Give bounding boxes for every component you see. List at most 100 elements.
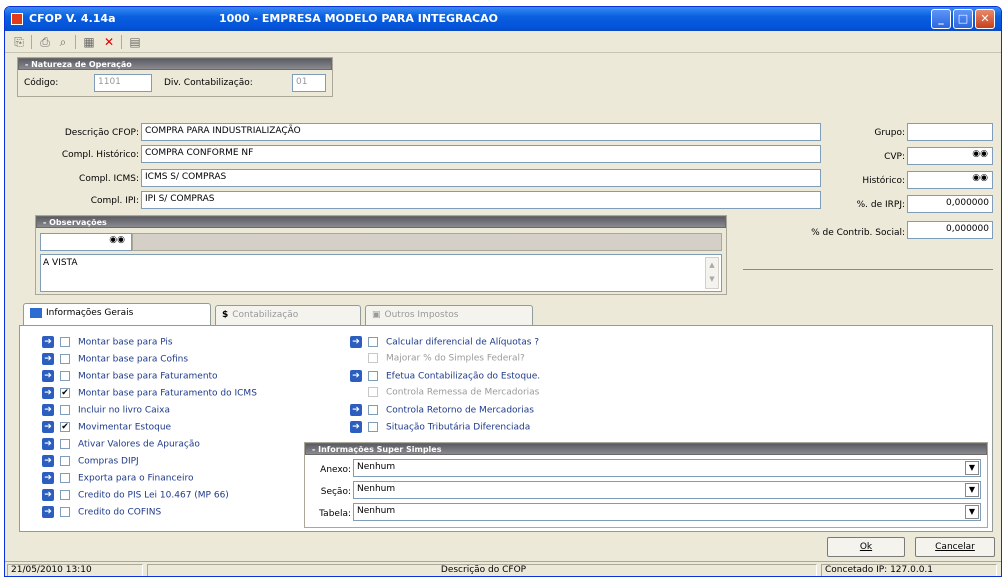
title-bar[interactable]: CFOP V. 4.14a 1000 - EMPRESA MODELO PARA… — [5, 7, 1001, 31]
binoculars-icon[interactable]: ◉◉ — [972, 149, 988, 159]
anexo-select[interactable]: Nenhum ▼ — [353, 459, 981, 477]
close-button[interactable]: ✕ — [975, 9, 995, 29]
option-checkbox[interactable] — [60, 456, 70, 466]
option-row[interactable]: ➔ Situação Tributária Diferenciada — [350, 421, 530, 437]
arrow-right-icon[interactable]: ➔ — [42, 387, 54, 399]
option-checkbox[interactable] — [60, 405, 70, 415]
option-row[interactable]: ➔ Ativar Valores de Apuração — [42, 438, 200, 454]
irpj-label: %. de IRPJ: — [856, 200, 905, 210]
option-row[interactable]: ➔ Montar base para Faturamento — [42, 370, 218, 386]
new-icon[interactable]: ⎘ — [11, 34, 27, 50]
option-row[interactable]: ➔ Montar base para Cofins — [42, 353, 188, 369]
preview-icon[interactable]: ⌕ — [55, 34, 71, 50]
option-row[interactable]: ➔ Exporta para o Financeiro — [42, 472, 193, 488]
anexo-label: Anexo: — [320, 465, 351, 475]
option-checkbox[interactable] — [368, 405, 378, 415]
ok-button[interactable]: Ok — [827, 537, 905, 557]
arrow-right-icon[interactable]: ➔ — [42, 506, 54, 518]
descricao-field[interactable]: COMPRA PARA INDUSTRIALIZAÇÃO — [141, 123, 821, 141]
minimize-button[interactable]: _ — [931, 9, 951, 29]
maximize-button[interactable]: □ — [953, 9, 973, 29]
cancel-button[interactable]: Cancelar — [915, 537, 995, 557]
option-label: Situação Tributária Diferenciada — [386, 422, 531, 433]
compl-icms-label: Compl. ICMS: — [79, 174, 139, 184]
option-checkbox[interactable] — [60, 354, 70, 364]
arrow-right-icon[interactable]: ➔ — [350, 370, 362, 382]
div-contabilizacao-label: Div. Contabilização: — [164, 78, 253, 88]
observacoes-group-title: - Observações — [36, 216, 726, 228]
save-icon[interactable]: ▦ — [81, 34, 97, 50]
tabela-label: Tabela: — [319, 509, 351, 519]
arrow-right-icon[interactable]: ➔ — [42, 489, 54, 501]
option-label: Majorar % do Simples Federal? — [386, 353, 525, 364]
option-row[interactable]: ➔ Incluir no livro Caixa — [42, 404, 170, 420]
chevron-down-icon[interactable]: ▼ — [965, 461, 979, 475]
grupo-field[interactable] — [907, 123, 993, 141]
codigo-field[interactable]: 1101 — [94, 74, 152, 92]
arrow-right-icon[interactable]: ➔ — [42, 353, 54, 365]
option-row[interactable]: ➔ Montar base para Pis — [42, 336, 173, 352]
option-checkbox[interactable] — [368, 371, 378, 381]
option-label: Ativar Valores de Apuração — [78, 439, 200, 450]
secao-select[interactable]: Nenhum ▼ — [353, 481, 981, 499]
arrow-right-icon[interactable]: ➔ — [42, 370, 54, 382]
option-label: Compras DIPJ — [78, 456, 139, 467]
chevron-down-icon[interactable]: ▼ — [965, 483, 979, 497]
observacao-code-field[interactable]: ◉◉ — [40, 233, 132, 251]
option-row[interactable]: ➔ Credito do COFINS — [42, 506, 161, 522]
arrow-right-icon[interactable]: ➔ — [42, 438, 54, 450]
contrib-field[interactable]: 0,000000 — [907, 221, 993, 239]
option-row[interactable]: ➔ Controla Retorno de Mercadorias — [350, 404, 534, 420]
option-checkbox[interactable]: ✔ — [60, 422, 70, 432]
option-checkbox[interactable] — [60, 439, 70, 449]
option-checkbox[interactable]: ✔ — [60, 388, 70, 398]
option-row[interactable]: ➔ Compras DIPJ — [42, 455, 139, 471]
status-hint: Descrição do CFOP — [147, 564, 817, 576]
tabela-select[interactable]: Nenhum ▼ — [353, 503, 981, 521]
print-icon[interactable]: ⎙ — [37, 34, 53, 50]
irpj-field[interactable]: 0,000000 — [907, 195, 993, 213]
arrow-right-icon[interactable]: ➔ — [42, 336, 54, 348]
binoculars-icon[interactable]: ◉◉ — [972, 173, 988, 183]
observacao-scrollbar[interactable]: ▲ ▼ — [705, 257, 719, 289]
delete-icon[interactable]: ✕ — [101, 34, 117, 50]
chevron-down-icon[interactable]: ▼ — [965, 505, 979, 519]
observacao-textarea[interactable]: A VISTA ▲ ▼ — [40, 254, 722, 292]
compl-historico-field[interactable]: COMPRA CONFORME NF — [141, 145, 821, 163]
compl-ipi-field[interactable]: IPI S/ COMPRAS — [141, 191, 821, 209]
grid-icon[interactable]: ▤ — [127, 34, 143, 50]
cfop-window: CFOP V. 4.14a 1000 - EMPRESA MODELO PARA… — [4, 6, 1002, 577]
option-checkbox[interactable] — [368, 337, 378, 347]
option-label: Montar base para Cofins — [78, 354, 189, 365]
arrow-right-icon[interactable]: ➔ — [42, 455, 54, 467]
option-checkbox[interactable] — [60, 473, 70, 483]
arrow-right-icon[interactable]: ➔ — [42, 404, 54, 416]
arrow-right-icon[interactable]: ➔ — [350, 421, 362, 433]
binoculars-icon[interactable]: ◉◉ — [109, 235, 125, 245]
arrow-right-icon[interactable]: ➔ — [350, 336, 362, 348]
arrow-right-icon[interactable]: ➔ — [350, 404, 362, 416]
tab-outros-impostos[interactable]: ▣ Outros Impostos — [365, 305, 533, 325]
cvp-label: CVP: — [884, 152, 905, 162]
historico-field[interactable]: ◉◉ — [907, 171, 993, 189]
compl-icms-field[interactable]: ICMS S/ COMPRAS — [141, 169, 821, 187]
option-checkbox[interactable] — [60, 337, 70, 347]
cvp-field[interactable]: ◉◉ — [907, 147, 993, 165]
div-contabilizacao-field[interactable]: 01 — [292, 74, 326, 92]
arrow-right-icon[interactable]: ➔ — [42, 472, 54, 484]
option-checkbox[interactable] — [60, 371, 70, 381]
option-label: Montar base para Faturamento do ICMS — [78, 388, 257, 399]
option-row[interactable]: ➔ ✔ Montar base para Faturamento do ICMS — [42, 387, 257, 403]
option-row[interactable]: ➔ Efetua Contabilização do Estoque. — [350, 370, 540, 386]
option-checkbox[interactable] — [60, 507, 70, 517]
option-row[interactable]: ➔ ✔ Movimentar Estoque — [42, 421, 171, 437]
observacao-description-bar — [132, 233, 722, 251]
option-row[interactable]: ➔ Calcular diferencial de Alíquotas ? — [350, 336, 539, 352]
tab-contabilizacao[interactable]: $ Contabilização — [215, 305, 361, 325]
tab-informacoes-gerais[interactable]: Informações Gerais — [23, 303, 211, 326]
option-checkbox[interactable] — [368, 422, 378, 432]
option-checkbox[interactable] — [60, 490, 70, 500]
option-label: Movimentar Estoque — [78, 422, 172, 433]
arrow-right-icon[interactable]: ➔ — [42, 421, 54, 433]
option-row[interactable]: ➔ Credito do PIS Lei 10.467 (MP 66) — [42, 489, 229, 505]
